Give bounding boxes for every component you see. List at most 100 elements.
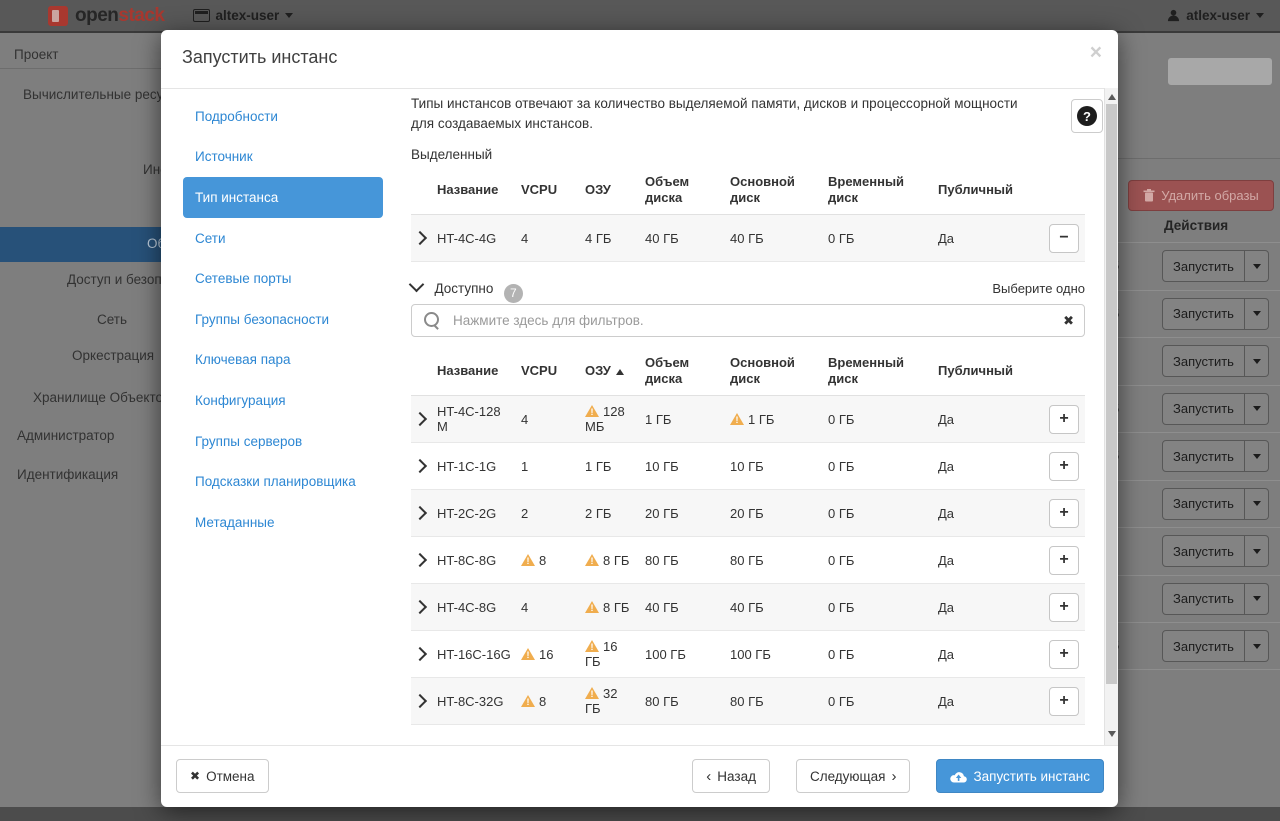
launch-dropdown-toggle[interactable] <box>1245 535 1269 567</box>
launch-split-button[interactable]: Запустить <box>1162 535 1269 567</box>
wizard-step-metadata[interactable]: Метаданные <box>183 502 383 543</box>
filter-input[interactable] <box>451 312 1053 329</box>
openstack-logo[interactable]: openstack <box>48 5 165 27</box>
launch-button[interactable]: Запустить <box>1162 298 1245 330</box>
launch-dropdown-toggle[interactable] <box>1245 488 1269 520</box>
search-icon[interactable] <box>424 312 439 327</box>
col-header-root-disk[interactable]: Основной диск <box>730 166 828 214</box>
sidebar-item-project[interactable]: Проект <box>14 47 58 62</box>
col-header-root-disk[interactable]: Основной диск <box>730 347 828 395</box>
help-icon: ? <box>1077 106 1097 126</box>
launch-button[interactable]: Запустить <box>1162 440 1245 472</box>
add-flavor-button[interactable]: + <box>1049 593 1079 622</box>
sidebar-item-orchestration[interactable]: Оркестрация <box>72 348 154 363</box>
launch-split-button[interactable]: Запустить <box>1162 345 1269 377</box>
col-header-vcpu[interactable]: VCPU <box>521 355 585 387</box>
launch-button[interactable]: Запустить <box>1162 345 1245 377</box>
expand-row-icon[interactable] <box>413 458 427 472</box>
expand-row-icon[interactable] <box>413 552 427 566</box>
launch-instance-button[interactable]: Запустить инстанс <box>936 759 1104 793</box>
wizard-step-source[interactable]: Источник <box>183 137 383 178</box>
back-button[interactable]: ‹ Назад <box>692 759 770 793</box>
user-menu[interactable]: atlex-user <box>1167 0 1264 31</box>
col-header-ram-sorted[interactable]: ОЗУ <box>585 355 645 387</box>
launch-button[interactable]: Запустить <box>1162 535 1245 567</box>
expand-row-icon[interactable] <box>413 693 427 707</box>
col-header-name[interactable]: Название <box>437 355 521 387</box>
available-flavor-row: HT-8C-32G 8 32 ГБ 80 ГБ 80 ГБ 0 ГБ Да + <box>411 678 1085 725</box>
col-header-total-disk[interactable]: Объем диска <box>645 347 730 395</box>
delete-images-button[interactable]: Удалить образы <box>1128 180 1274 211</box>
launch-split-button[interactable]: Запустить <box>1162 630 1269 662</box>
sidebar-item-network[interactable]: Сеть <box>97 312 127 327</box>
add-flavor-button[interactable]: + <box>1049 405 1079 434</box>
scroll-down-icon[interactable] <box>1108 731 1116 737</box>
wizard-step-server-groups[interactable]: Группы серверов <box>183 421 383 462</box>
clear-filter-icon[interactable]: ✖ <box>1063 313 1074 329</box>
launch-dropdown-toggle[interactable] <box>1245 393 1269 425</box>
launch-split-button[interactable]: Запустить <box>1162 488 1269 520</box>
remove-flavor-button[interactable]: − <box>1049 224 1079 253</box>
launch-split-button[interactable]: Запустить <box>1162 250 1269 282</box>
sidebar-item-admin[interactable]: Администратор <box>17 428 114 443</box>
col-header-ram[interactable]: ОЗУ <box>585 174 645 206</box>
launch-split-button[interactable]: Запустить <box>1162 583 1269 615</box>
launch-button[interactable]: Запустить <box>1162 583 1245 615</box>
launch-button[interactable]: Запустить <box>1162 630 1245 662</box>
close-icon[interactable]: × <box>1090 42 1102 63</box>
wizard-step-scheduler-hints[interactable]: Подсказки планировщика <box>183 461 383 502</box>
sidebar-item-object-store[interactable]: Хранилище Объектов <box>33 390 170 405</box>
launch-split-button[interactable]: Запустить <box>1162 440 1269 472</box>
launch-dropdown-toggle[interactable] <box>1245 440 1269 472</box>
wizard-step-details[interactable]: Подробности <box>183 96 383 137</box>
next-button[interactable]: Следующая › <box>796 759 911 793</box>
wizard-step-flavor-active[interactable]: Тип инстанса <box>183 177 383 218</box>
scrollbar-thumb[interactable] <box>1106 104 1117 684</box>
launch-dropdown-toggle[interactable] <box>1245 345 1269 377</box>
launch-split-button[interactable]: Запустить <box>1162 393 1269 425</box>
expand-row-icon[interactable] <box>413 599 427 613</box>
add-flavor-button[interactable]: + <box>1049 640 1079 669</box>
cancel-button[interactable]: ✖ Отмена <box>176 759 269 793</box>
col-header-ephemeral-disk[interactable]: Временный диск <box>828 166 938 214</box>
launch-dropdown-toggle[interactable] <box>1245 630 1269 662</box>
sidebar-item-images-selected[interactable]: Образы <box>0 227 161 262</box>
scroll-up-icon[interactable] <box>1108 94 1116 100</box>
flavor-public: Да <box>938 498 1040 529</box>
launch-button[interactable]: Запустить <box>1162 393 1245 425</box>
wizard-step-security-groups[interactable]: Группы безопасности <box>183 299 383 340</box>
col-header-vcpu[interactable]: VCPU <box>521 174 585 206</box>
wizard-step-configuration[interactable]: Конфигурация <box>183 380 383 421</box>
expand-row-icon[interactable] <box>413 230 427 244</box>
col-header-public[interactable]: Публичный <box>938 174 1040 206</box>
col-header-ephemeral-disk[interactable]: Временный диск <box>828 347 938 395</box>
expand-row-icon[interactable] <box>413 505 427 519</box>
add-flavor-button[interactable]: + <box>1049 546 1079 575</box>
background-filter-box[interactable] <box>1168 58 1272 85</box>
launch-dropdown-toggle[interactable] <box>1245 583 1269 615</box>
wizard-step-network-ports[interactable]: Сетевые порты <box>183 258 383 299</box>
sidebar-item-identity[interactable]: Идентификация <box>17 467 118 482</box>
flavor-name: HT-8C-8G <box>437 545 521 576</box>
launch-dropdown-toggle[interactable] <box>1245 298 1269 330</box>
add-flavor-button[interactable]: + <box>1049 452 1079 481</box>
col-header-public[interactable]: Публичный <box>938 355 1040 387</box>
col-header-total-disk[interactable]: Объем диска <box>645 166 730 214</box>
project-selector[interactable]: altex-user <box>193 8 294 23</box>
col-header-name[interactable]: Название <box>437 174 521 206</box>
expand-row-icon[interactable] <box>413 646 427 660</box>
expand-row-icon[interactable] <box>413 411 427 425</box>
wizard-step-networks[interactable]: Сети <box>183 218 383 259</box>
launch-button[interactable]: Запустить <box>1162 488 1245 520</box>
flavor-ephemeral-disk: 0 ГБ <box>828 451 938 482</box>
modal-scrollbar[interactable] <box>1104 88 1118 745</box>
add-flavor-button[interactable]: + <box>1049 687 1079 716</box>
collapse-section-icon[interactable] <box>409 277 425 293</box>
add-flavor-button[interactable]: + <box>1049 499 1079 528</box>
launch-split-button[interactable]: Запустить <box>1162 298 1269 330</box>
launch-dropdown-toggle[interactable] <box>1245 250 1269 282</box>
launch-button[interactable]: Запустить <box>1162 250 1245 282</box>
flavor-public: Да <box>938 545 1040 576</box>
help-button[interactable]: ? <box>1071 99 1103 133</box>
wizard-step-key-pair[interactable]: Ключевая пара <box>183 340 383 381</box>
